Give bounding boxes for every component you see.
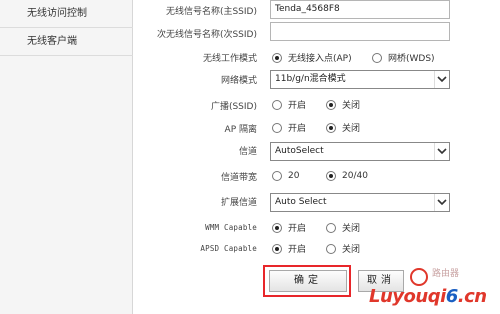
sidebar-item-wireless-clients[interactable]: 无线客户端 bbox=[0, 28, 133, 56]
work-mode-wds-label: 网桥(WDS) bbox=[388, 54, 435, 64]
radio-dot bbox=[326, 243, 336, 254]
watermark-text-part3: .cn bbox=[457, 286, 487, 307]
chevron-down-icon bbox=[434, 143, 449, 160]
ap-isolation-off-radio[interactable]: 关闭 bbox=[326, 121, 360, 134]
radio-dot bbox=[272, 122, 282, 133]
watermark-text-part2: 6 bbox=[445, 286, 459, 307]
radio-dot-selected bbox=[326, 171, 336, 181]
apsd-off-radio[interactable]: 关闭 bbox=[326, 242, 360, 255]
channel-select[interactable]: AutoSelect bbox=[270, 142, 450, 161]
ext-channel-value: Auto Select bbox=[275, 197, 327, 207]
bandwidth-2040-radio[interactable]: 20/40 bbox=[326, 171, 368, 181]
network-mode-value: 11b/g/n混合模式 bbox=[275, 74, 346, 84]
watermark-text-part1: Luyouqi bbox=[369, 286, 446, 307]
ok-button[interactable]: 确定 bbox=[269, 270, 347, 292]
radio-dot bbox=[272, 99, 282, 110]
radio-dot-selected bbox=[272, 52, 282, 63]
chevron-down-icon bbox=[434, 71, 449, 88]
radio-dot-selected bbox=[272, 222, 282, 233]
ap-isolation-off-label: 关闭 bbox=[342, 124, 361, 134]
ext-channel-select[interactable]: Auto Select bbox=[270, 193, 450, 212]
watermark-circle-icon bbox=[410, 268, 428, 286]
broadcast-label: 广播(SSID) bbox=[210, 102, 257, 112]
ap-isolation-label: AP 隔离 bbox=[224, 125, 257, 135]
ext-channel-label: 扩展信道 bbox=[220, 198, 257, 208]
bandwidth-20-label: 20 bbox=[288, 171, 300, 181]
wmm-label: WMM Capable bbox=[205, 223, 257, 232]
ssid-primary-input[interactable]: Tenda_4568F8 bbox=[270, 0, 450, 19]
watermark-logo: 路由器 Luyouqi6.cn bbox=[368, 268, 500, 314]
sidebar: 无线访问控制 无线客户端 bbox=[0, 0, 133, 314]
ap-isolation-on-radio[interactable]: 开启 bbox=[272, 121, 306, 134]
apsd-on-radio[interactable]: 开启 bbox=[272, 242, 306, 255]
radio-dot-selected bbox=[326, 122, 336, 133]
bandwidth-label: 信道带宽 bbox=[220, 173, 257, 183]
channel-value: AutoSelect bbox=[275, 146, 324, 156]
wmm-on-label: 开启 bbox=[288, 224, 307, 234]
radio-dot-selected bbox=[272, 243, 282, 254]
work-mode-ap-label: 无线接入点(AP) bbox=[288, 54, 352, 64]
apsd-off-label: 关闭 bbox=[342, 245, 361, 255]
network-mode-select[interactable]: 11b/g/n混合模式 bbox=[270, 70, 450, 89]
apsd-label: APSD Capable bbox=[200, 244, 257, 253]
ssid-primary-label: 无线信号名称(主SSID) bbox=[165, 7, 257, 17]
chevron-down-icon bbox=[434, 194, 449, 211]
bandwidth-2040-label: 20/40 bbox=[342, 171, 368, 181]
apsd-on-label: 开启 bbox=[288, 245, 307, 255]
work-mode-ap-radio[interactable]: 无线接入点(AP) bbox=[272, 51, 352, 64]
radio-dot bbox=[326, 222, 336, 233]
work-mode-wds-radio[interactable]: 网桥(WDS) bbox=[372, 51, 435, 64]
broadcast-off-label: 关闭 bbox=[342, 101, 361, 111]
radio-dot bbox=[272, 171, 282, 181]
network-mode-label: 网络模式 bbox=[220, 76, 257, 86]
radio-dot bbox=[372, 52, 382, 63]
work-mode-label: 无线工作模式 bbox=[202, 54, 257, 64]
wmm-on-radio[interactable]: 开启 bbox=[272, 221, 306, 234]
broadcast-on-label: 开启 bbox=[288, 101, 307, 111]
broadcast-on-radio[interactable]: 开启 bbox=[272, 98, 306, 111]
broadcast-off-radio[interactable]: 关闭 bbox=[326, 98, 360, 111]
wmm-off-label: 关闭 bbox=[342, 224, 361, 234]
ssid-secondary-label: 次无线信号名称(次SSID) bbox=[156, 30, 257, 40]
radio-dot-selected bbox=[326, 99, 336, 110]
watermark-subtext: 路由器 bbox=[432, 269, 460, 279]
sidebar-item-wireless-access-control[interactable]: 无线访问控制 bbox=[0, 0, 133, 28]
ssid-secondary-input[interactable] bbox=[270, 22, 450, 41]
bandwidth-20-radio[interactable]: 20 bbox=[272, 171, 299, 181]
ap-isolation-on-label: 开启 bbox=[288, 124, 307, 134]
channel-label: 信道 bbox=[238, 147, 257, 157]
wmm-off-radio[interactable]: 关闭 bbox=[326, 221, 360, 234]
watermark-text: Luyouqi6.cn bbox=[369, 286, 487, 307]
